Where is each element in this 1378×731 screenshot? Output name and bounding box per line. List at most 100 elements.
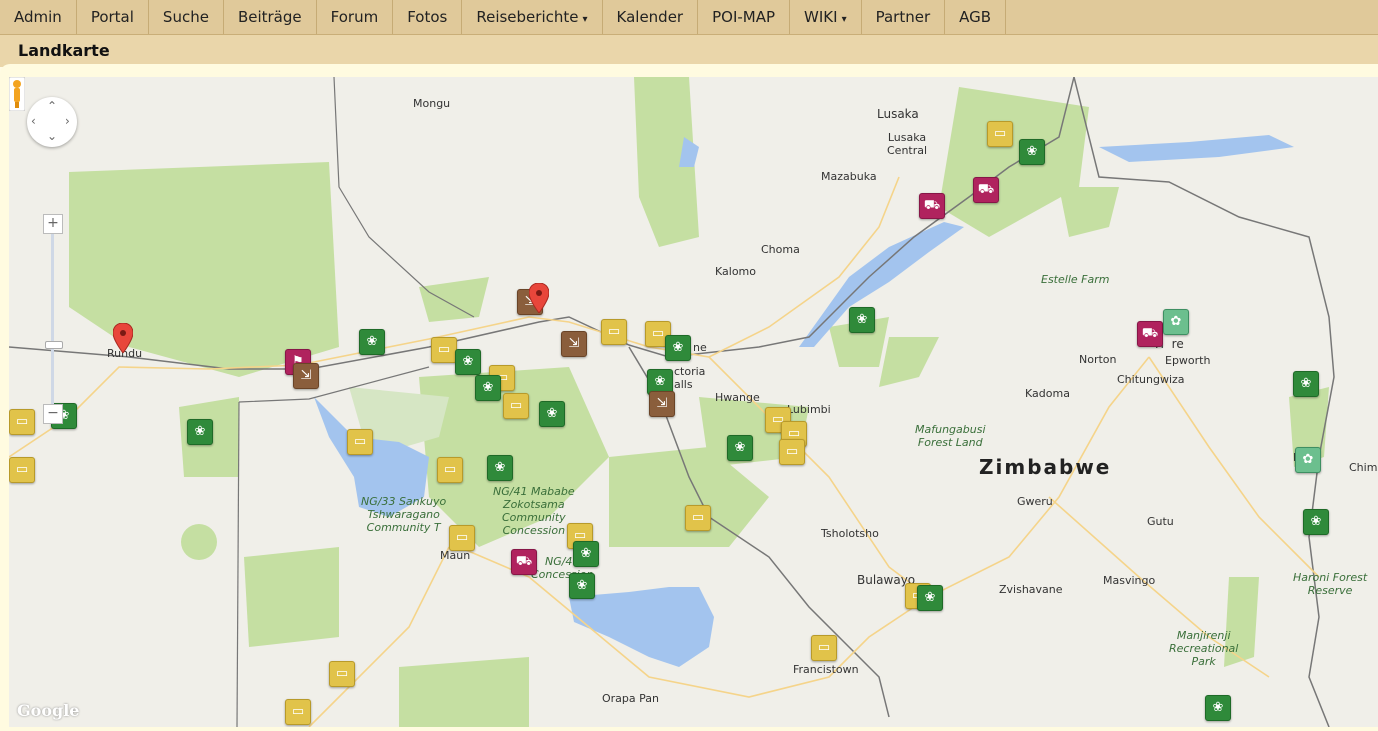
- nav-fotos[interactable]: Fotos: [393, 0, 463, 34]
- nav-partner[interactable]: Partner: [862, 0, 946, 34]
- place-label: Orapa Pan: [602, 692, 659, 705]
- place-label: NG/41 Mababe Zokotsama Community Concess…: [493, 485, 575, 537]
- paw-icon[interactable]: ❀: [475, 375, 501, 401]
- paw-icon[interactable]: ❀: [487, 455, 513, 481]
- park-area: [419, 277, 489, 322]
- page-title: Landkarte: [18, 41, 110, 60]
- nav-label: POI-MAP: [712, 8, 776, 26]
- nav-portal[interactable]: Portal: [77, 0, 149, 34]
- paw-icon[interactable]: ❀: [1303, 509, 1329, 535]
- place-label: Chitungwiza: [1117, 373, 1185, 386]
- campsite-marker[interactable]: ▭: [285, 699, 311, 725]
- nav-label: Fotos: [407, 8, 448, 26]
- campsite-marker[interactable]: ▭: [437, 457, 463, 483]
- map-canvas[interactable]: Mongu Lusaka Lusaka Central Mazabuka Cho…: [9, 77, 1378, 727]
- lodge-marker[interactable]: ⛟: [511, 549, 537, 575]
- nav-admin[interactable]: Admin: [0, 0, 77, 34]
- nav-reiseberichte[interactable]: Reiseberichte ▾: [462, 0, 603, 34]
- park-area: [244, 547, 339, 647]
- paw-icon[interactable]: ❀: [1205, 695, 1231, 721]
- place-label: ne: [693, 341, 707, 354]
- campsite-marker[interactable]: ▭: [329, 661, 355, 687]
- location-pin-icon[interactable]: [529, 283, 549, 313]
- pegman-icon[interactable]: [9, 77, 25, 111]
- nav-wiki[interactable]: WIKI ▾: [790, 0, 862, 34]
- nav-label: Suche: [162, 8, 209, 26]
- tree-icon[interactable]: ✿: [1295, 447, 1321, 473]
- paw-icon[interactable]: ❀: [569, 573, 595, 599]
- lodge-marker[interactable]: ⛟: [919, 193, 945, 219]
- chevron-up-icon[interactable]: ⌃: [47, 99, 57, 113]
- nav-label: Beiträge: [237, 8, 302, 26]
- paw-icon[interactable]: ❀: [849, 307, 875, 333]
- place-label: Mafungabusi Forest Land: [915, 423, 986, 449]
- nav-kalender[interactable]: Kalender: [603, 0, 699, 34]
- campsite-marker[interactable]: ▭: [9, 457, 35, 483]
- zoom-out-button[interactable]: −: [43, 404, 63, 424]
- place-label: Kadoma: [1025, 387, 1070, 400]
- nav-suche[interactable]: Suche: [149, 0, 224, 34]
- campsite-marker[interactable]: ▭: [431, 337, 457, 363]
- paw-icon[interactable]: ❀: [573, 541, 599, 567]
- campsite-marker[interactable]: ▭: [9, 409, 35, 435]
- campsite-marker[interactable]: ▭: [685, 505, 711, 531]
- place-label: Manjirenji Recreational Park: [1169, 629, 1239, 668]
- place-label: NG/33 Sankuyo Tshwaragano Community T: [361, 495, 447, 534]
- campsite-marker[interactable]: ▭: [601, 319, 627, 345]
- chevron-down-icon: ▾: [582, 14, 588, 25]
- water-body: [569, 587, 714, 667]
- campsite-marker[interactable]: ▭: [987, 121, 1013, 147]
- chevron-left-icon[interactable]: ‹: [31, 114, 36, 128]
- title-bar: Landkarte: [0, 35, 1378, 67]
- lodge-marker[interactable]: ⛟: [973, 177, 999, 203]
- location-pin-icon[interactable]: [113, 323, 133, 353]
- paw-icon[interactable]: ❀: [727, 435, 753, 461]
- zoom-control: + −: [43, 214, 63, 424]
- nav-poi-map[interactable]: POI-MAP: [698, 0, 791, 34]
- place-label: Mazabuka: [821, 170, 877, 183]
- chevron-right-icon[interactable]: ›: [65, 114, 70, 128]
- place-label: Gutu: [1147, 515, 1174, 528]
- country-label: Zimbabwe: [979, 455, 1112, 479]
- nav-label: Partner: [875, 8, 931, 26]
- nav-agb[interactable]: AGB: [945, 0, 1007, 34]
- campsite-marker[interactable]: ▭: [449, 525, 475, 551]
- place-label: Estelle Farm: [1041, 273, 1110, 286]
- place-label: Gweru: [1017, 495, 1053, 508]
- chevron-down-icon[interactable]: ⌄: [47, 129, 57, 143]
- tree-icon[interactable]: ✿: [1163, 309, 1189, 335]
- nav-beitraege[interactable]: Beiträge: [224, 0, 317, 34]
- zoom-slider-handle[interactable]: [45, 341, 63, 349]
- nav-forum[interactable]: Forum: [317, 0, 394, 34]
- paw-icon[interactable]: ❀: [359, 329, 385, 355]
- place-label: Lusaka Central: [887, 131, 928, 157]
- place-label: Epworth: [1165, 354, 1211, 367]
- border-post-marker[interactable]: ⇲: [649, 391, 675, 417]
- paw-icon[interactable]: ❀: [187, 419, 213, 445]
- paw-icon[interactable]: ❀: [539, 401, 565, 427]
- paw-icon[interactable]: ❀: [1293, 371, 1319, 397]
- paw-icon[interactable]: ❀: [455, 349, 481, 375]
- campsite-marker[interactable]: ▭: [811, 635, 837, 661]
- zoom-in-button[interactable]: +: [43, 214, 63, 234]
- campsite-marker[interactable]: ▭: [347, 429, 373, 455]
- nav-label: Forum: [330, 8, 379, 26]
- border-post-marker[interactable]: ⇲: [293, 363, 319, 389]
- border-post-marker[interactable]: ⇲: [561, 331, 587, 357]
- park-area: [1059, 187, 1119, 237]
- lodge-marker[interactable]: ⛟: [1137, 321, 1163, 347]
- place-label: Mongu: [413, 97, 451, 110]
- pan-control[interactable]: ⌃ ⌄ ‹ ›: [27, 97, 77, 147]
- paw-icon[interactable]: ❀: [1019, 139, 1045, 165]
- place-label: Lubimbi: [787, 403, 831, 416]
- place-label: Zvishavane: [999, 583, 1063, 596]
- campsite-marker[interactable]: ▭: [779, 439, 805, 465]
- zoom-track[interactable]: [51, 234, 54, 404]
- place-label: Tsholotsho: [821, 527, 879, 540]
- nav-label: Reiseberichte: [476, 8, 579, 26]
- place-label: Masvingo: [1103, 574, 1156, 587]
- campsite-marker[interactable]: ▭: [503, 393, 529, 419]
- paw-icon[interactable]: ❀: [665, 335, 691, 361]
- paw-icon[interactable]: ❀: [917, 585, 943, 611]
- place-label: Choma: [761, 243, 800, 256]
